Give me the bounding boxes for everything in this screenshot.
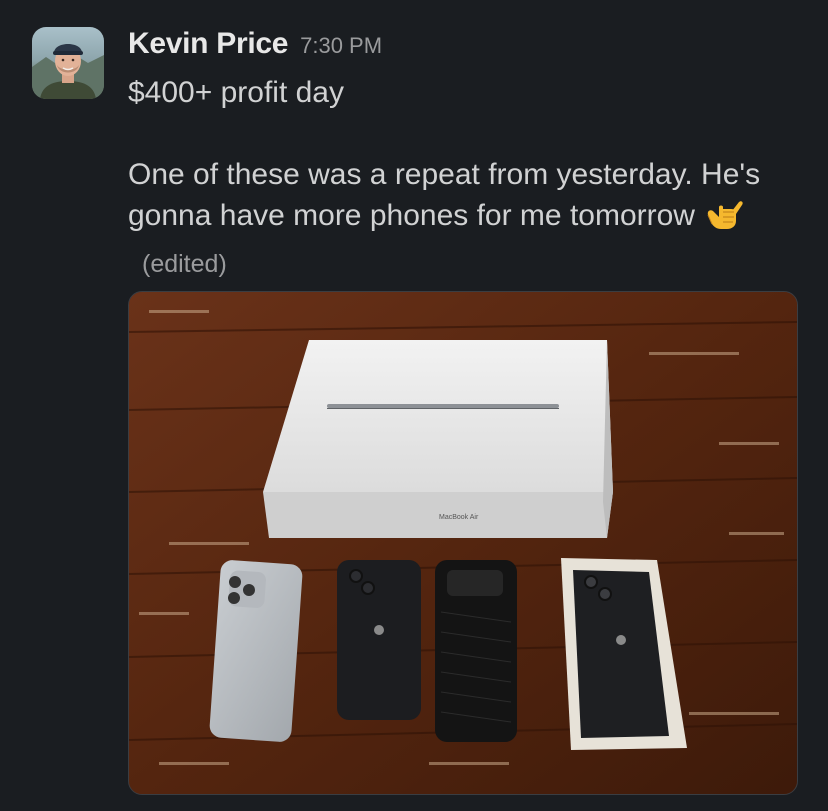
- message-body: $400+ profit day One of these was a repe…: [128, 72, 808, 285]
- message-paragraph-2: One of these was a repeat from yesterday…: [128, 154, 808, 285]
- photo-attachment[interactable]: MacBook Air: [128, 291, 798, 795]
- phone-silver: [209, 560, 303, 742]
- message-timestamp[interactable]: 7:30 PM: [300, 33, 382, 59]
- box-label: MacBook Air: [439, 514, 479, 521]
- phone-black: [337, 560, 421, 720]
- avatar[interactable]: [32, 27, 104, 99]
- macbook-box: MacBook Air: [263, 340, 613, 538]
- message-item: Kevin Price 7:30 PM $400+ profit day One…: [0, 0, 828, 811]
- phone-cased: [435, 560, 517, 742]
- message-paragraph-2-text: One of these was a repeat from yesterday…: [128, 158, 761, 232]
- edited-label: (edited): [142, 250, 227, 278]
- message-line-1: $400+ profit day: [128, 76, 344, 109]
- sender-name[interactable]: Kevin Price: [128, 27, 288, 61]
- call-me-hand-icon: [705, 197, 745, 242]
- message-header: Kevin Price 7:30 PM: [128, 27, 382, 61]
